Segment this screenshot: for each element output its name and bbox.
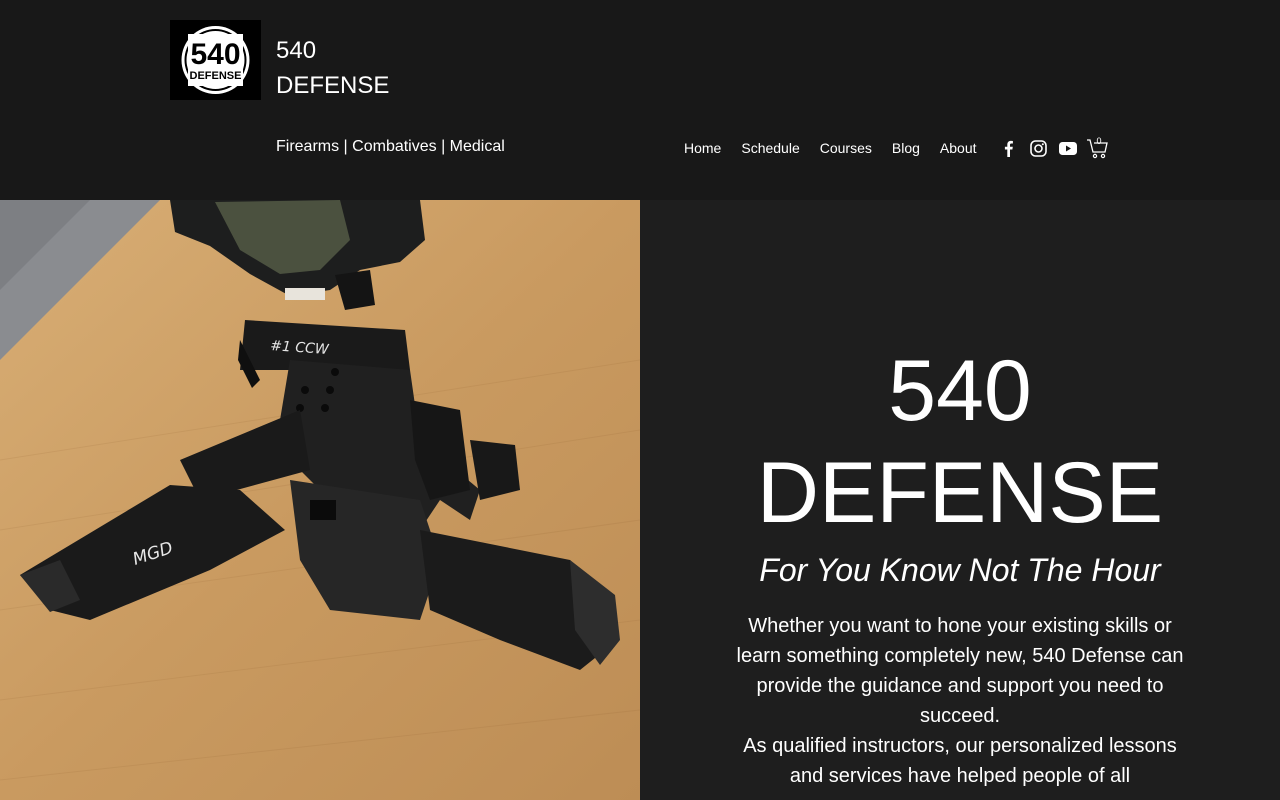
brand-name[interactable]: 540 DEFENSE bbox=[276, 33, 389, 103]
facebook-icon[interactable] bbox=[998, 138, 1018, 158]
nav-home[interactable]: Home bbox=[674, 136, 731, 160]
brand-line-1: 540 bbox=[276, 37, 317, 64]
hero-title-line-2: DEFENSE bbox=[756, 445, 1164, 541]
logo-text-bottom: DEFENSE bbox=[190, 70, 242, 82]
social-bar bbox=[998, 136, 1078, 160]
site-header: 540 DEFENSE 540 DEFENSE Firearms | Comba… bbox=[0, 0, 1280, 200]
hero-title: 540 DEFENSE bbox=[640, 340, 1280, 544]
tagline: Firearms | Combatives | Medical bbox=[276, 138, 505, 155]
instagram-icon[interactable] bbox=[1028, 138, 1048, 158]
hero-photo: #1 CCW MGD bbox=[0, 200, 640, 800]
hero-section: 540 DEFENSE For You Know Not The Hour Wh… bbox=[640, 200, 1280, 800]
cart-button[interactable]: 0 bbox=[1086, 134, 1110, 160]
nav-schedule[interactable]: Schedule bbox=[731, 136, 809, 160]
logo-emblem-icon: 540 DEFENSE bbox=[181, 26, 250, 94]
logo[interactable]: 540 DEFENSE bbox=[170, 20, 261, 100]
nav-courses[interactable]: Courses bbox=[810, 136, 882, 160]
holster-photo-image: #1 CCW MGD bbox=[0, 200, 640, 800]
nav-about[interactable]: About bbox=[930, 136, 987, 160]
cart-count: 0 bbox=[1096, 136, 1102, 146]
hero-paragraph-1: Whether you want to hone your existing s… bbox=[736, 615, 1184, 727]
hero-description: Whether you want to hone your existing s… bbox=[730, 611, 1190, 791]
hero-paragraph-2: As qualified instructors, our personaliz… bbox=[743, 735, 1177, 787]
brand-line-2: DEFENSE bbox=[276, 72, 390, 99]
main-nav: Home Schedule Courses Blog About bbox=[674, 136, 987, 160]
logo-text-top: 540 bbox=[190, 38, 240, 71]
hero-subtitle: For You Know Not The Hour bbox=[759, 552, 1161, 588]
nav-blog[interactable]: Blog bbox=[882, 136, 930, 160]
hero-title-line-1: 540 bbox=[888, 343, 1032, 439]
youtube-icon[interactable] bbox=[1058, 138, 1078, 158]
